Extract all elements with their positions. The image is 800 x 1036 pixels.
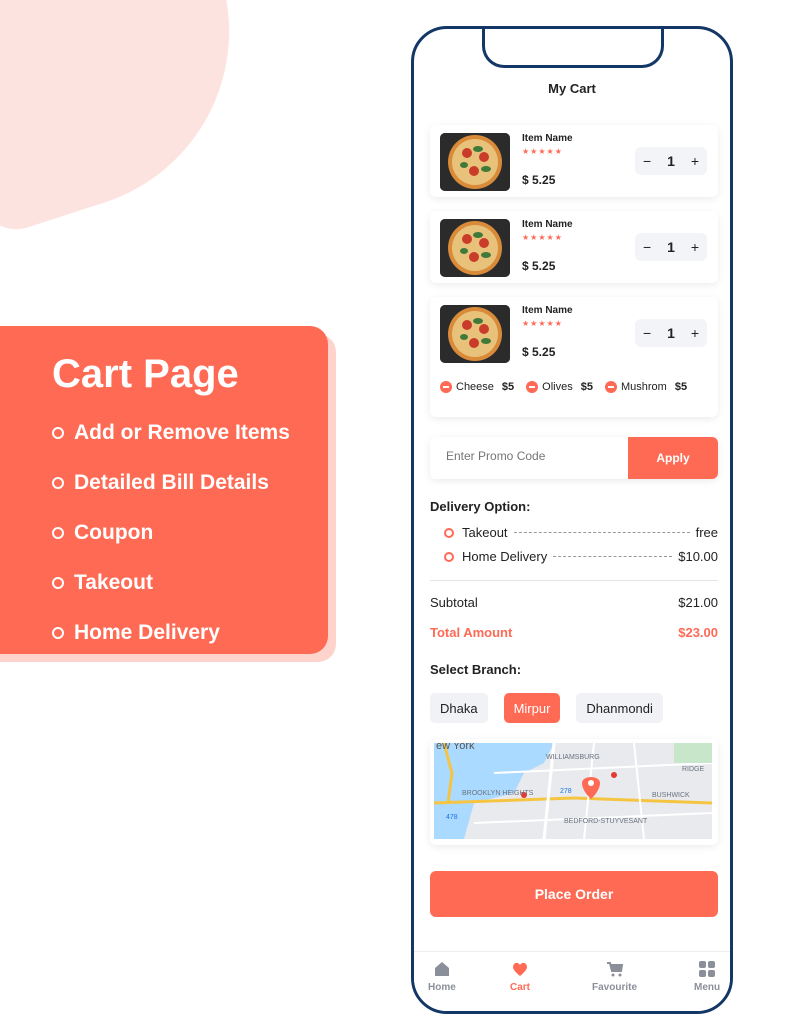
branch-option-dhanmondi[interactable]: Dhanmondi xyxy=(576,693,663,723)
rating-stars: ★★★★★ xyxy=(522,147,563,156)
map-label: 278 xyxy=(560,788,572,795)
delivery-option-takeout[interactable]: Takeout free xyxy=(444,525,718,540)
select-branch-label: Select Branch: xyxy=(430,662,522,677)
total-row: Total Amount $23.00 xyxy=(430,625,718,640)
rating-stars: ★★★★★ xyxy=(522,319,563,328)
promo-code-box: Apply xyxy=(430,437,718,479)
decrease-button[interactable]: − xyxy=(643,239,651,255)
remove-extra-icon[interactable] xyxy=(526,381,539,393)
pizza-image xyxy=(440,305,510,363)
cart-icon xyxy=(606,962,623,977)
map-label: BROOKLYN HEIGHTS xyxy=(462,790,534,797)
branch-selector: Dhaka Mirpur Dhanmondi xyxy=(430,693,679,723)
item-name: Item Name xyxy=(522,305,573,316)
bullet-icon xyxy=(52,627,64,639)
cart-item: Item Name ★★★★★ $ 5.25 − 1 + xyxy=(430,211,718,283)
feature-item: Coupon xyxy=(52,508,328,558)
nav-menu[interactable]: Menu xyxy=(694,960,720,993)
cart-screen: My Cart Item Name ★★★★★ $ 5.25 − 1 + Ite… xyxy=(414,29,730,1011)
map-label: BUSHWICK xyxy=(652,792,690,799)
radio-icon xyxy=(444,527,454,538)
heart-icon xyxy=(513,962,527,976)
home-icon xyxy=(434,962,449,976)
feature-item: Takeout xyxy=(52,558,328,608)
feature-item: Add or Remove Items xyxy=(52,408,328,458)
bullet-icon xyxy=(52,477,64,489)
pizza-image xyxy=(440,219,510,277)
nav-favourite[interactable]: Favourite xyxy=(592,960,637,993)
nav-cart[interactable]: Cart xyxy=(510,960,530,993)
item-name: Item Name xyxy=(522,219,573,230)
feature-list: Add or Remove Items Detailed Bill Detail… xyxy=(52,408,328,658)
apply-button[interactable]: Apply xyxy=(628,437,718,479)
quantity-stepper: − 1 + xyxy=(635,233,707,261)
increase-button[interactable]: + xyxy=(691,239,699,255)
cart-item: Item Name ★★★★★ $ 5.25 − 1 + xyxy=(430,125,718,197)
phone-frame: My Cart Item Name ★★★★★ $ 5.25 − 1 + Ite… xyxy=(411,26,733,1014)
branch-map[interactable]: ew York WILLIAMSBURG RIDGE BROOKLYN HEIG… xyxy=(430,739,718,845)
nav-home[interactable]: Home xyxy=(428,960,456,993)
remove-extra-icon[interactable] xyxy=(440,381,452,393)
quantity-value: 1 xyxy=(667,325,675,341)
bullet-icon xyxy=(52,577,64,589)
cart-item: Item Name ★★★★★ $ 5.25 − 1 + Cheese $5 O… xyxy=(430,297,718,417)
quantity-stepper: − 1 + xyxy=(635,319,707,347)
remove-extra-icon[interactable] xyxy=(604,381,617,393)
decorative-blob xyxy=(0,0,276,240)
delivery-option-home[interactable]: Home Delivery $10.00 xyxy=(444,549,718,564)
rating-stars: ★★★★★ xyxy=(522,233,563,242)
increase-button[interactable]: + xyxy=(691,325,699,341)
map-label: BEDFORD-STUYVESANT xyxy=(564,818,648,825)
pizza-image xyxy=(440,133,510,191)
delivery-option-label: Delivery Option: xyxy=(430,499,531,514)
item-name: Item Name xyxy=(522,133,573,144)
branch-option-mirpur[interactable]: Mirpur xyxy=(503,693,561,723)
promo-code-input[interactable] xyxy=(446,449,616,463)
place-order-button[interactable]: Place Order xyxy=(430,871,718,917)
subtotal-row: Subtotal $21.00 xyxy=(430,595,718,610)
divider xyxy=(430,580,718,581)
decrease-button[interactable]: − xyxy=(643,325,651,341)
extra-item: Cheese $5 xyxy=(440,381,514,393)
extra-item: Mushrom $5 xyxy=(604,381,687,393)
promo-title: Cart Page xyxy=(52,352,239,396)
page-title: My Cart xyxy=(548,81,596,96)
map-label: RIDGE xyxy=(682,766,705,773)
feature-item: Detailed Bill Details xyxy=(52,458,328,508)
item-price: $ 5.25 xyxy=(522,173,556,187)
dotted-leader xyxy=(513,532,690,533)
quantity-value: 1 xyxy=(667,153,675,169)
quantity-value: 1 xyxy=(667,239,675,255)
extra-item: Olives $5 xyxy=(526,381,593,393)
bottom-nav: Home Cart Favourite Menu xyxy=(414,951,730,1011)
grid-icon xyxy=(699,961,716,977)
map-label: ew York xyxy=(436,743,475,752)
feature-item: Home Delivery xyxy=(52,608,328,658)
item-price: $ 5.25 xyxy=(522,259,556,273)
increase-button[interactable]: + xyxy=(691,153,699,169)
dotted-leader xyxy=(553,556,673,557)
map-label: WILLIAMSBURG xyxy=(546,754,600,761)
map-label: 478 xyxy=(446,814,458,821)
promo-panel: Cart Page Add or Remove Items Detailed B… xyxy=(0,326,328,654)
item-price: $ 5.25 xyxy=(522,345,556,359)
branch-option-dhaka[interactable]: Dhaka xyxy=(430,693,488,723)
map-graphic: ew York WILLIAMSBURG RIDGE BROOKLYN HEIG… xyxy=(434,743,712,839)
radio-icon xyxy=(444,551,454,562)
bullet-icon xyxy=(52,527,64,539)
extras-list: Cheese $5 Olives $5 Mushrom $5 xyxy=(440,381,699,393)
quantity-stepper: − 1 + xyxy=(635,147,707,175)
bullet-icon xyxy=(52,427,64,439)
decrease-button[interactable]: − xyxy=(643,153,651,169)
